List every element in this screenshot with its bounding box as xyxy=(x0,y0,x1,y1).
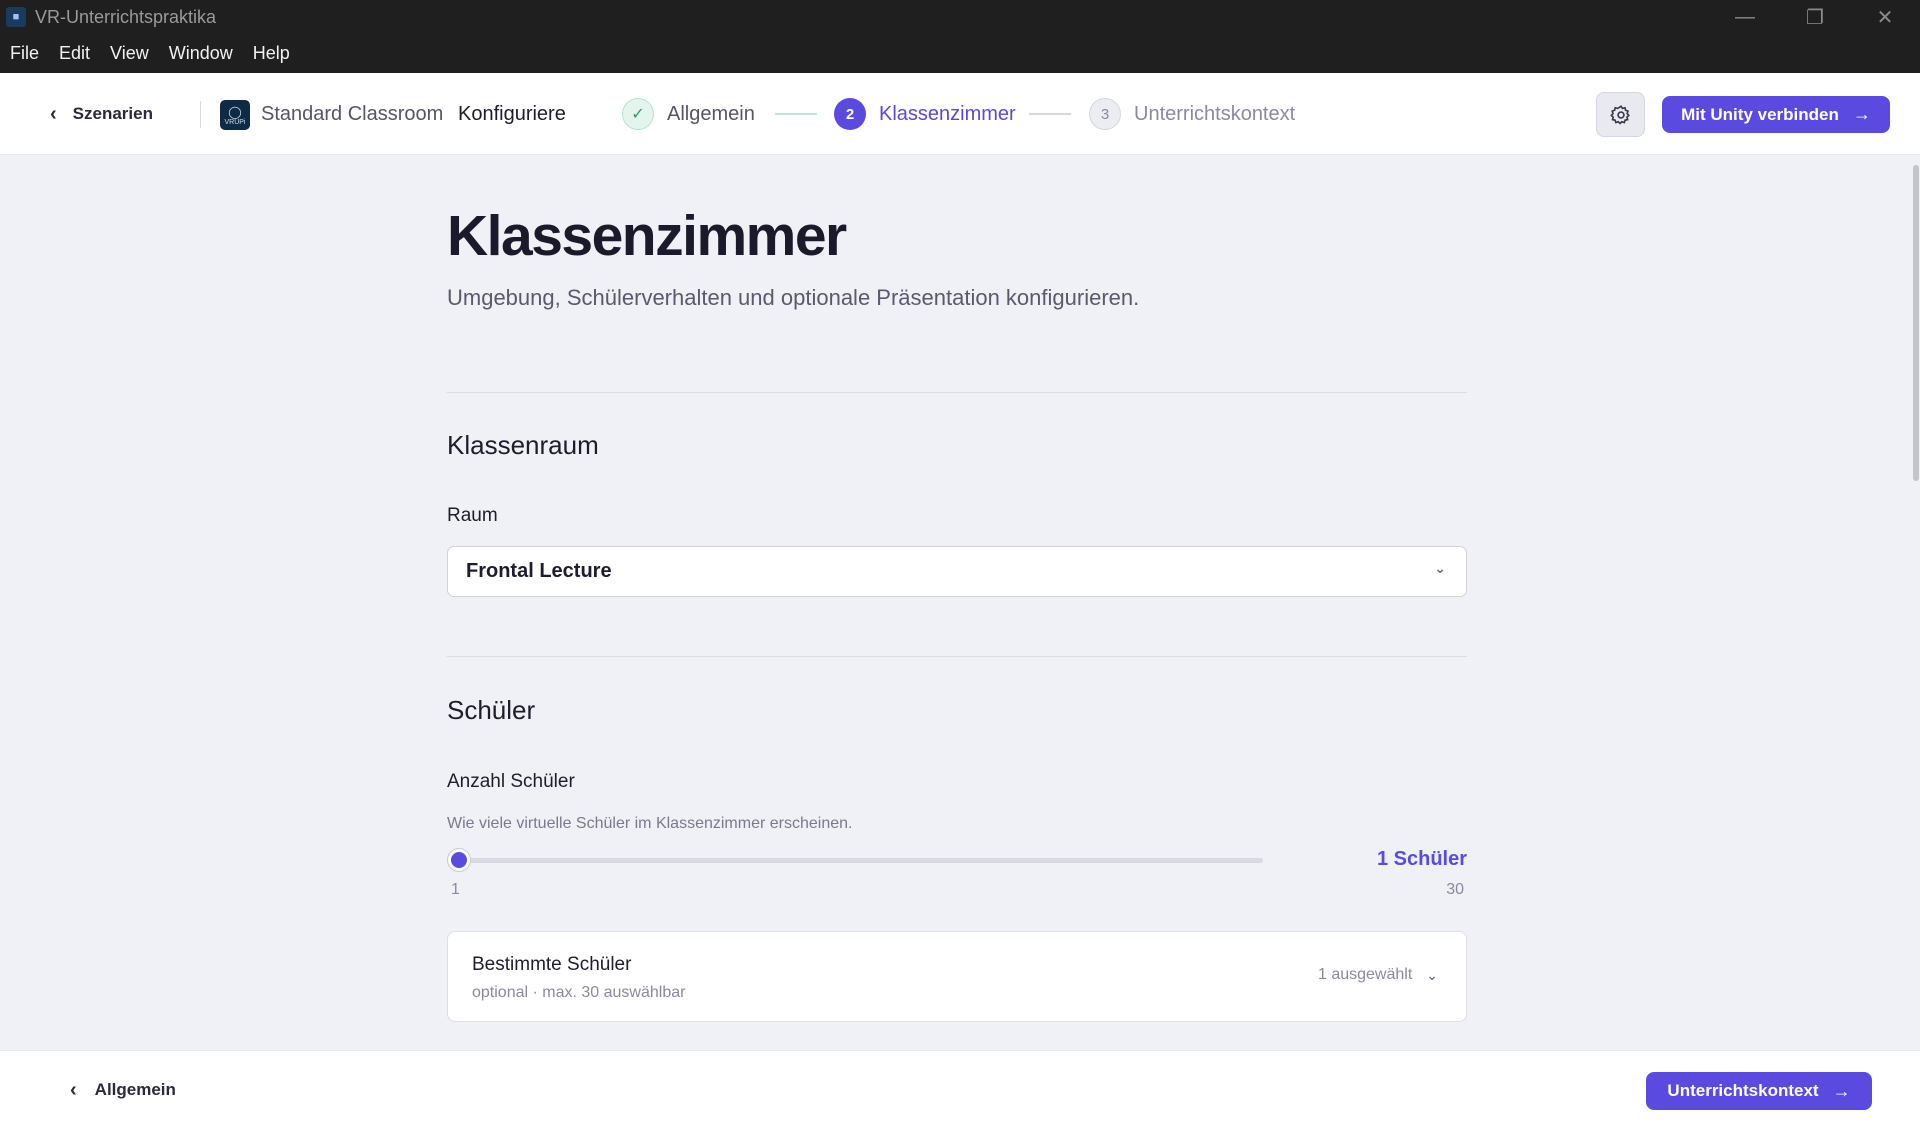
specific-students-dropdown[interactable]: Bestimmte Schüler optional · max. 30 aus… xyxy=(447,931,1467,1022)
step-number: 2 xyxy=(834,98,866,130)
chevron-left-icon: ‹ xyxy=(50,102,57,125)
check-icon: ✓ xyxy=(622,98,654,130)
app-icon: ■ xyxy=(6,7,26,27)
app-header: ‹ Szenarien ◯ VRUPi Standard Classroom K… xyxy=(0,73,1920,155)
close-button[interactable]: ✕ xyxy=(1850,0,1920,34)
next-step-label: Unterrichtskontext xyxy=(1667,1081,1819,1100)
window-title: VR-Unterrichtspraktika xyxy=(35,6,217,27)
menu-help[interactable]: Help xyxy=(253,43,290,64)
scrollbar-thumb[interactable] xyxy=(1913,165,1919,481)
chevron-down-icon: ⌄ xyxy=(1426,966,1438,983)
room-select-value: Frontal Lecture xyxy=(466,560,612,582)
step-connector xyxy=(1029,113,1071,115)
scrollbar[interactable] xyxy=(1910,155,1920,1050)
minimize-button[interactable]: — xyxy=(1710,0,1780,34)
restore-button[interactable]: ❐ xyxy=(1780,0,1850,34)
footer-bar: ‹ Allgemein Unterrichtskontext → xyxy=(0,1050,1920,1128)
menu-window[interactable]: Window xyxy=(169,43,233,64)
section-divider xyxy=(447,392,1467,393)
section-title-classroom: Klassenraum xyxy=(447,430,599,460)
room-label: Raum xyxy=(447,505,498,526)
student-count-value: 1 Schüler xyxy=(1376,848,1467,870)
step-label: Allgemein xyxy=(667,102,755,125)
arrow-right-icon: → xyxy=(1852,104,1871,124)
slider-max-label: 30 xyxy=(1446,881,1464,898)
step-number: 3 xyxy=(1089,98,1121,130)
step-klassenzimmer[interactable]: 2 Klassenzimmer xyxy=(834,73,1016,155)
connect-unity-button[interactable]: Mit Unity verbinden → xyxy=(1662,96,1890,133)
menu-bar: File Edit View Window Help xyxy=(0,38,300,68)
student-count-slider[interactable] xyxy=(447,858,1263,863)
step-allgemein[interactable]: ✓ Allgemein xyxy=(622,73,755,155)
section-divider xyxy=(447,656,1467,657)
menu-edit[interactable]: Edit xyxy=(59,43,90,64)
selected-count: 1 ausgewählt xyxy=(1317,966,1413,983)
scenario-name: Standard Classroom xyxy=(261,102,444,125)
menu-view[interactable]: View xyxy=(110,43,149,64)
scenario-logo-text: VRUPi xyxy=(224,118,246,126)
step-unterrichtskontext[interactable]: 3 Unterrichtskontext xyxy=(1089,73,1295,155)
scenario-logo-icon: ◯ VRUPi xyxy=(220,100,250,130)
step-label: Klassenzimmer xyxy=(879,102,1016,125)
back-label: Szenarien xyxy=(72,104,153,123)
section-title-students: Schüler xyxy=(447,695,536,725)
arrow-right-icon: → xyxy=(1832,1080,1851,1101)
student-count-hint: Wie viele virtuelle Schüler im Klassenzi… xyxy=(447,815,853,832)
chevron-left-icon: ‹ xyxy=(70,1078,77,1101)
next-step-button[interactable]: Unterrichtskontext → xyxy=(1646,1072,1872,1110)
divider xyxy=(200,101,201,128)
step-label: Unterrichtskontext xyxy=(1134,102,1296,125)
connect-unity-label: Mit Unity verbinden xyxy=(1681,104,1839,124)
window-titlebar: ■ VR-Unterrichtspraktika — ❐ ✕ File Edit… xyxy=(0,0,1920,73)
specific-students-subtitle: optional · max. 30 auswählbar xyxy=(472,984,686,1001)
back-to-scenarios-link[interactable]: ‹ Szenarien xyxy=(50,73,153,155)
page-subtitle: Umgebung, Schülerverhalten und optionale… xyxy=(447,285,1140,310)
slider-min-label: 1 xyxy=(451,881,460,898)
previous-step-button[interactable]: ‹ Allgemein xyxy=(70,1051,176,1128)
specific-students-title: Bestimmte Schüler xyxy=(472,954,632,975)
page-title: Klassenzimmer xyxy=(447,204,847,268)
slider-thumb[interactable] xyxy=(448,849,470,871)
room-select[interactable]: Frontal Lecture ⌄ xyxy=(447,546,1467,597)
chevron-down-icon: ⌄ xyxy=(1434,560,1446,576)
menu-file[interactable]: File xyxy=(10,43,39,64)
previous-step-label: Allgemein xyxy=(94,1080,176,1099)
student-count-label: Anzahl Schüler xyxy=(447,771,575,792)
step-connector xyxy=(775,113,817,115)
gear-icon xyxy=(1609,104,1630,125)
settings-button[interactable] xyxy=(1596,92,1645,137)
specific-students-selection: 1 ausgewählt ⌄ xyxy=(1318,966,1438,984)
configure-label: Konfiguriere xyxy=(458,102,566,125)
